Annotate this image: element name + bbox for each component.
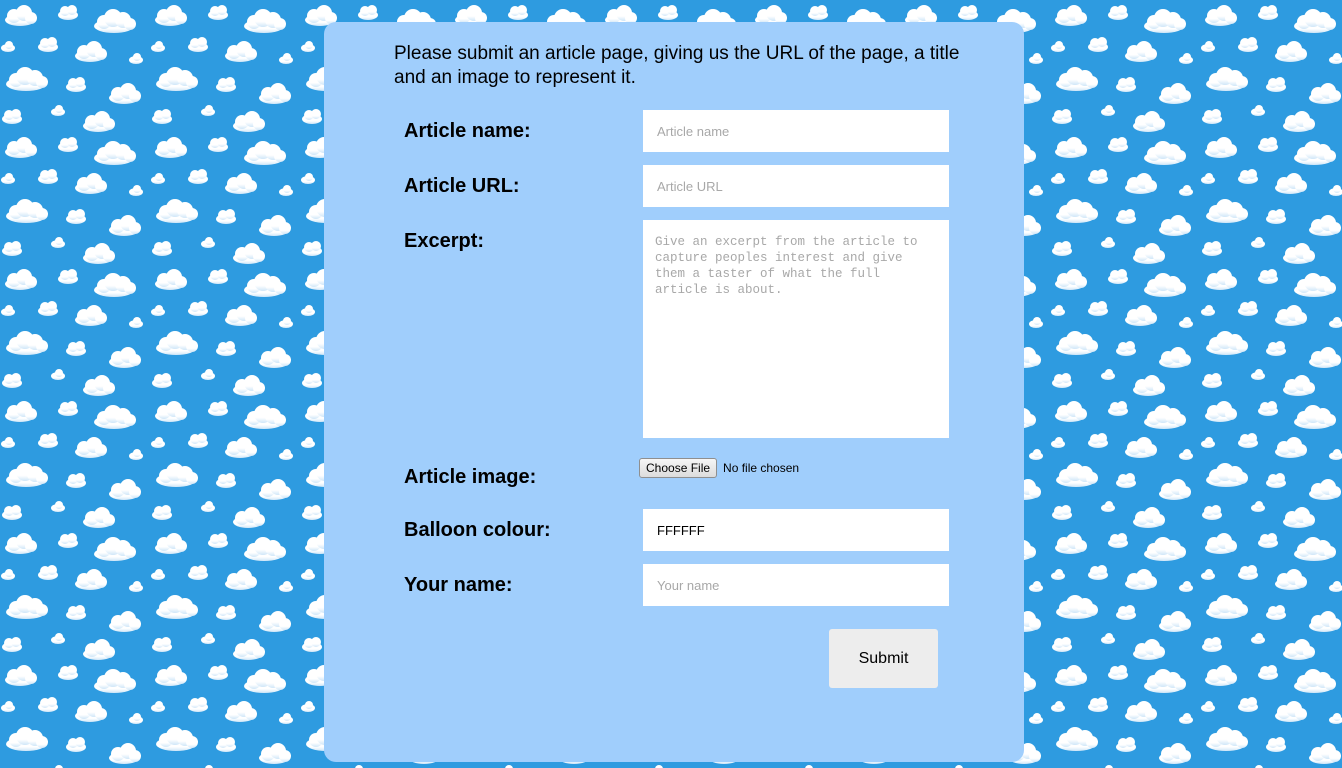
article-url-input[interactable] (643, 165, 949, 207)
article-name-input[interactable] (643, 110, 949, 152)
excerpt-label: Excerpt: (404, 230, 485, 252)
article-image-picker: Choose File No file chosen (639, 457, 799, 479)
excerpt-textarea[interactable] (643, 220, 949, 438)
balloon-colour-label: Balloon colour: (404, 519, 551, 541)
intro-text: Please submit an article page, giving us… (394, 43, 960, 88)
your-name-input[interactable] (643, 564, 949, 606)
choose-file-button[interactable]: Choose File (639, 458, 718, 478)
file-status-text: No file chosen (723, 461, 800, 475)
article-url-label: Article URL: (404, 175, 520, 197)
submission-panel: Please submit an article page, giving us… (324, 22, 1024, 762)
your-name-label: Your name: (404, 574, 513, 596)
submit-button[interactable]: Submit (829, 629, 938, 688)
article-image-label: Article image: (404, 466, 537, 488)
article-name-label: Article name: (404, 120, 531, 142)
balloon-colour-input[interactable] (643, 509, 949, 551)
